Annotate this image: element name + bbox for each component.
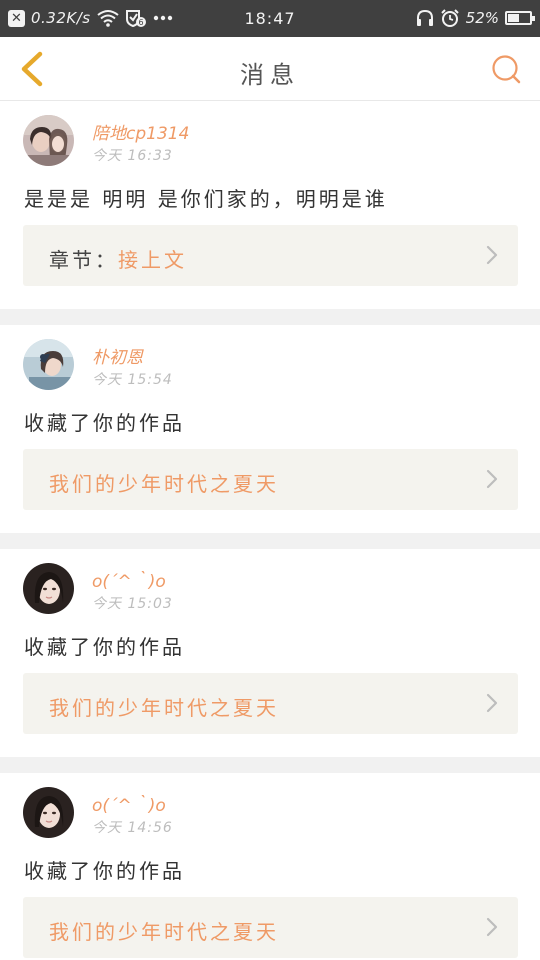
reference-title: 我们的少年时代之夏天	[49, 696, 279, 720]
timestamp: 今天 14:56	[92, 820, 173, 836]
message-card: 陪地cp1314 今天 16:33 是是是 明明 是你们家的，明明是谁 章节：接…	[0, 101, 540, 309]
status-right: 52%	[416, 7, 535, 29]
reference-label: 章节：	[49, 248, 118, 272]
nav-bar: 消息	[0, 37, 540, 101]
chevron-right-icon	[486, 917, 498, 937]
avatar[interactable]	[23, 115, 74, 166]
avatar[interactable]	[23, 563, 74, 614]
page-title: 消息	[240, 61, 300, 89]
chevron-right-icon	[486, 693, 498, 713]
reference-title: 接上文	[118, 248, 187, 272]
reference-title: 我们的少年时代之夏天	[49, 472, 279, 496]
chevron-right-icon	[486, 469, 498, 489]
message-list: 陪地cp1314 今天 16:33 是是是 明明 是你们家的，明明是谁 章节：接…	[0, 101, 540, 960]
headphones-icon	[416, 9, 433, 26]
status-bar: ✕ 0.32K/s 6 18:47 52%	[0, 0, 540, 37]
reference-link[interactable]: 我们的少年时代之夏天	[23, 897, 518, 958]
message-content: 收藏了你的作品	[24, 859, 185, 883]
reference-title: 我们的少年时代之夏天	[49, 920, 279, 944]
search-icon	[492, 55, 521, 84]
username[interactable]: 朴初恩	[92, 343, 143, 368]
avatar[interactable]	[23, 339, 74, 390]
reference-link[interactable]: 我们的少年时代之夏天	[23, 673, 518, 734]
message-content: 收藏了你的作品	[24, 635, 185, 659]
alarm-clock-icon	[440, 9, 459, 27]
username[interactable]: 陪地cp1314	[92, 119, 189, 144]
reference-link[interactable]: 章节：接上文	[23, 225, 518, 286]
message-content: 是是是 明明 是你们家的，明明是谁	[24, 187, 388, 211]
message-content: 收藏了你的作品	[24, 411, 185, 435]
divider	[0, 309, 540, 325]
message-card: 朴初恩 今天 15:54 收藏了你的作品 我们的少年时代之夏天	[0, 325, 540, 533]
avatar[interactable]	[23, 787, 74, 838]
timestamp: 今天 16:33	[92, 148, 173, 164]
battery-percent: 52%	[465, 9, 499, 27]
username[interactable]: o(´^｀)o	[92, 567, 166, 592]
divider	[0, 757, 540, 773]
timestamp: 今天 15:03	[92, 596, 173, 612]
message-card: o(´^｀)o 今天 14:56 收藏了你的作品 我们的少年时代之夏天	[0, 773, 540, 960]
chevron-right-icon	[486, 245, 498, 265]
battery-icon	[505, 11, 535, 25]
message-card: o(´^｀)o 今天 15:03 收藏了你的作品 我们的少年时代之夏天	[0, 549, 540, 757]
username[interactable]: o(´^｀)o	[92, 791, 166, 816]
reference-link[interactable]: 我们的少年时代之夏天	[23, 449, 518, 510]
timestamp: 今天 15:54	[92, 372, 173, 388]
divider	[0, 533, 540, 549]
battery-fill	[508, 14, 519, 22]
search-button[interactable]	[488, 51, 524, 87]
